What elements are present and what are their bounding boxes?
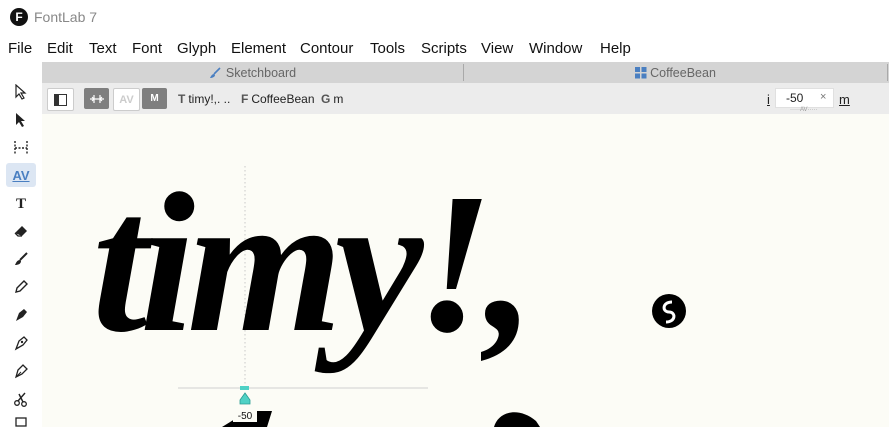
- element-pointer-tool[interactable]: [6, 108, 36, 132]
- kern-value-input[interactable]: -50 ×: [775, 88, 834, 108]
- tab-sketchboard-label: Sketchboard: [225, 65, 297, 80]
- brush-icon: [209, 66, 221, 78]
- tool-palette: AV T: [0, 62, 43, 427]
- kerning-preview: timy!, -50: [92, 153, 686, 427]
- menu-font[interactable]: Font: [132, 40, 162, 57]
- rapid-pen-tool[interactable]: [6, 331, 36, 355]
- kern-right-glyph[interactable]: m: [839, 92, 850, 107]
- text-tool[interactable]: T: [6, 192, 36, 216]
- eraser-tool[interactable]: [6, 219, 36, 243]
- menu-view[interactable]: View: [481, 40, 513, 57]
- app-logo: F: [10, 8, 28, 26]
- tab-separator: [887, 64, 888, 81]
- kern-caption: ·····AV·····: [790, 107, 818, 113]
- kern-value-marker: -50: [238, 411, 253, 422]
- text-field[interactable]: Ttimy!,. ..: [178, 92, 230, 106]
- tab-coffeebean[interactable]: CoffeeBean: [464, 62, 887, 83]
- app-title: FontLab 7: [34, 9, 98, 25]
- menu-bar: File Edit Text Font Glyph Element Contou…: [0, 38, 889, 60]
- arrow-icon: [16, 113, 25, 127]
- kerning-tool[interactable]: AV: [6, 163, 36, 187]
- pen-icon: [16, 309, 27, 321]
- font-field[interactable]: F CoffeeBean: [241, 92, 315, 106]
- glyph-window-toolbar: AV M Ttimy!,. .. F CoffeeBean Gm i -50 × …: [42, 83, 889, 115]
- sidebar-toggle-button[interactable]: [47, 88, 74, 111]
- font-field-prefix: F: [241, 92, 249, 106]
- kerning-mode-button[interactable]: [84, 88, 109, 109]
- eraser-icon: [14, 226, 27, 237]
- knife-tool[interactable]: [6, 387, 36, 411]
- rectangle-tool[interactable]: [6, 413, 36, 427]
- brush-tool[interactable]: [6, 247, 36, 271]
- font-field-value: CoffeeBean: [251, 92, 315, 106]
- tab-coffeebean-label: CoffeeBean: [650, 65, 716, 80]
- kern-handle-top[interactable]: [240, 386, 249, 390]
- text-t-icon: T: [15, 195, 26, 212]
- menu-contour[interactable]: Contour: [300, 40, 353, 57]
- glyph-canvas[interactable]: timy!, -50: [42, 114, 889, 427]
- rectangle-icon: [15, 417, 27, 427]
- brush-icon: [15, 252, 28, 265]
- lower-glyph-fragment: [494, 412, 540, 427]
- menu-edit[interactable]: Edit: [47, 40, 73, 57]
- rapid-pen-icon: [14, 336, 28, 351]
- menu-help[interactable]: Help: [600, 40, 631, 57]
- glyph-field-value: m: [333, 92, 344, 106]
- tab-sketchboard[interactable]: Sketchboard: [42, 62, 463, 83]
- pencil-tool[interactable]: [6, 275, 36, 299]
- menu-text[interactable]: Text: [89, 40, 117, 57]
- metrics-tool[interactable]: [6, 136, 36, 160]
- hollow-arrow-icon: [15, 84, 27, 100]
- text-field-prefix: T: [178, 92, 186, 106]
- kern-handle[interactable]: [239, 392, 251, 405]
- grid-icon: [635, 66, 647, 78]
- pen-tool[interactable]: [6, 303, 36, 327]
- text-field-value: timy!,. ..: [188, 92, 231, 106]
- sample-text: timy!,: [92, 153, 527, 374]
- glyph-field-prefix: G: [321, 92, 331, 106]
- kern-clear-icon[interactable]: ×: [820, 91, 826, 103]
- kern-pair-icon: [89, 94, 104, 103]
- kern-left-glyph[interactable]: i: [767, 92, 770, 107]
- kern-value: -50: [786, 91, 804, 105]
- pencil-icon: [15, 280, 28, 293]
- auto-kern-button[interactable]: AV: [113, 88, 140, 111]
- menu-tools[interactable]: Tools: [370, 40, 405, 57]
- kerning-av-icon: AV: [12, 167, 30, 183]
- metrics-icon: [14, 141, 28, 155]
- contour-pointer-tool[interactable]: [6, 80, 36, 104]
- menu-file[interactable]: File: [8, 40, 32, 57]
- title-bar: F FontLab 7: [0, 0, 889, 34]
- glyph-field[interactable]: Gm: [321, 92, 343, 106]
- window-tabs: Sketchboard CoffeeBean: [42, 62, 889, 83]
- menu-scripts[interactable]: Scripts: [421, 40, 467, 57]
- nib-icon: [14, 364, 28, 379]
- power-nib-tool[interactable]: [6, 359, 36, 383]
- metrics-m-button[interactable]: M: [142, 88, 167, 109]
- scissors-icon: [14, 392, 27, 407]
- panel-icon: [54, 93, 67, 106]
- menu-glyph[interactable]: Glyph: [177, 40, 216, 57]
- menu-window[interactable]: Window: [529, 40, 582, 57]
- menu-element[interactable]: Element: [231, 40, 286, 57]
